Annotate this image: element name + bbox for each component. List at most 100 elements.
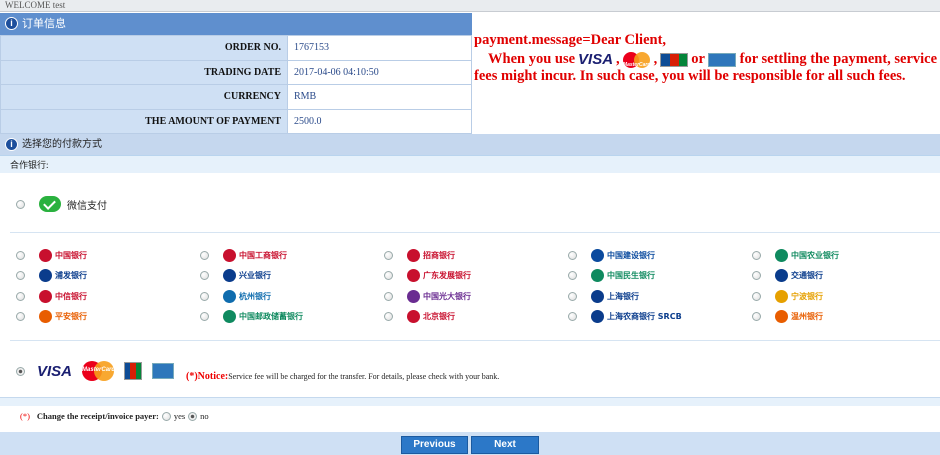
- bank-option[interactable]: 杭州银行: [200, 286, 384, 307]
- bank-logo-icon: [775, 248, 788, 262]
- order-value: RMB: [287, 84, 472, 110]
- bank-logo-icon: [39, 269, 52, 283]
- next-button[interactable]: Next: [471, 436, 539, 454]
- order-label: THE AMOUNT OF PAYMENT: [0, 108, 288, 134]
- bank-radio[interactable]: [16, 271, 25, 281]
- bank-logo: 中国邮政储蓄银行: [223, 310, 303, 324]
- bank-option[interactable]: 中国邮政储蓄银行: [200, 307, 384, 328]
- bank-option[interactable]: 平安银行: [16, 307, 200, 328]
- bank-logo-icon: [775, 289, 788, 303]
- wechat-label: 微信支付: [67, 200, 107, 212]
- bank-option[interactable]: 浦发银行: [16, 266, 200, 287]
- order-info-header: i 订单信息: [0, 13, 472, 35]
- bank-radio[interactable]: [16, 291, 25, 301]
- jcb-logo-small: [660, 52, 689, 67]
- credit-card-radio[interactable]: [16, 366, 25, 376]
- payment-method-title: 选择您的付款方式: [22, 139, 102, 150]
- previous-button[interactable]: Previous: [401, 436, 468, 454]
- bank-logo-icon: [407, 248, 420, 262]
- bank-radio[interactable]: [200, 291, 209, 301]
- info-icon: i: [5, 17, 18, 30]
- bank-radio[interactable]: [568, 312, 577, 322]
- order-value: 2500.0: [287, 108, 472, 134]
- bank-logo: 浦发银行: [39, 269, 87, 283]
- bank-option[interactable]: 中国银行: [16, 245, 200, 266]
- bank-name: 平安银行: [55, 312, 87, 322]
- bank-radio[interactable]: [200, 271, 209, 281]
- notice: (*)Notice:Service fee will be charged fo…: [186, 371, 499, 382]
- order-info-title: 订单信息: [22, 18, 66, 30]
- bank-name: 兴业银行: [239, 271, 271, 281]
- amex-logo-small: [707, 52, 736, 67]
- bank-radio[interactable]: [752, 291, 761, 301]
- bank-option[interactable]: 中国光大银行: [384, 286, 568, 307]
- bank-logo-icon: [223, 248, 236, 262]
- visa-logo-small: VISA: [578, 51, 614, 68]
- bank-option[interactable]: 上海银行: [568, 286, 752, 307]
- mastercard-logo-small: MasterCard: [622, 51, 651, 68]
- bank-radio[interactable]: [384, 250, 393, 260]
- order-label: TRADING DATE: [0, 59, 288, 85]
- visa-icon: VISA: [37, 362, 73, 380]
- receipt-no-radio[interactable]: [188, 411, 198, 421]
- receipt-yes-radio[interactable]: [161, 411, 171, 421]
- wechat-icon: [39, 196, 61, 212]
- bank-logo: 中信银行: [39, 289, 87, 303]
- message-when: When you use: [488, 51, 576, 67]
- bank-radio[interactable]: [568, 250, 577, 260]
- notice-label: (*)Notice:: [186, 370, 229, 382]
- bank-logo: 中国光大银行: [407, 289, 471, 303]
- bank-logo-icon: [39, 310, 52, 324]
- bank-radio[interactable]: [384, 291, 393, 301]
- bank-radio[interactable]: [16, 312, 25, 322]
- bank-logo: 杭州银行: [223, 289, 271, 303]
- bank-radio[interactable]: [384, 312, 393, 322]
- payment-method-header: i 选择您的付款方式: [0, 134, 940, 155]
- bank-radio[interactable]: [16, 250, 25, 260]
- bank-name: 中国工商银行: [239, 250, 287, 260]
- bank-name: 广东发展银行: [423, 271, 471, 281]
- bank-radio[interactable]: [752, 271, 761, 281]
- receipt-payer-row: (*) Change the receipt/invoice payer: ye…: [20, 411, 209, 421]
- bank-option[interactable]: 交通银行: [752, 266, 936, 287]
- amex-icon: [152, 363, 175, 379]
- bank-option[interactable]: 温州银行: [752, 307, 936, 328]
- bank-logo-icon: [39, 289, 52, 303]
- bank-name: 杭州银行: [239, 291, 271, 301]
- bank-name: 招商银行: [423, 250, 455, 260]
- bank-radio[interactable]: [200, 312, 209, 322]
- bank-logo-icon: [591, 289, 604, 303]
- order-row: THE AMOUNT OF PAYMENT 2500.0: [0, 108, 472, 134]
- bank-option[interactable]: 中国农业银行: [752, 245, 936, 266]
- bank-option[interactable]: 宁波银行: [752, 286, 936, 307]
- bank-radio[interactable]: [752, 250, 761, 260]
- bank-option[interactable]: 招商银行: [384, 245, 568, 266]
- bank-logo-icon: [775, 310, 788, 324]
- bank-option[interactable]: 中国工商银行: [200, 245, 384, 266]
- bank-option[interactable]: 兴业银行: [200, 266, 384, 287]
- bank-option[interactable]: 中信银行: [16, 286, 200, 307]
- bank-radio[interactable]: [384, 271, 393, 281]
- bank-option[interactable]: 中国民生银行: [568, 266, 752, 287]
- wechat-radio[interactable]: [16, 199, 25, 209]
- bank-name: 交通银行: [791, 271, 823, 281]
- bank-logo-icon: [591, 269, 604, 283]
- bank-option[interactable]: 上海农商银行 SRCB: [568, 307, 752, 328]
- bank-option[interactable]: 中国建设银行: [568, 245, 752, 266]
- bank-name: 中信银行: [55, 291, 87, 301]
- bank-radio[interactable]: [752, 312, 761, 322]
- bank-radio[interactable]: [568, 271, 577, 281]
- welcome-text: WELCOME test: [5, 0, 66, 10]
- wechat-pay-option[interactable]: 微信支付: [16, 194, 107, 214]
- divider: [10, 340, 940, 341]
- bank-radio[interactable]: [568, 291, 577, 301]
- bank-option[interactable]: 广东发展银行: [384, 266, 568, 287]
- credit-card-option[interactable]: VISA MasterCard (*)Notice:Service fee wi…: [16, 356, 499, 386]
- bank-name: 宁波银行: [791, 291, 823, 301]
- bank-option[interactable]: 北京银行: [384, 307, 568, 328]
- bank-logo-icon: [407, 269, 420, 283]
- bank-radio[interactable]: [200, 250, 209, 260]
- order-label: CURRENCY: [0, 84, 288, 110]
- bank-logo: 中国银行: [39, 248, 87, 262]
- footer-bar: [0, 432, 940, 455]
